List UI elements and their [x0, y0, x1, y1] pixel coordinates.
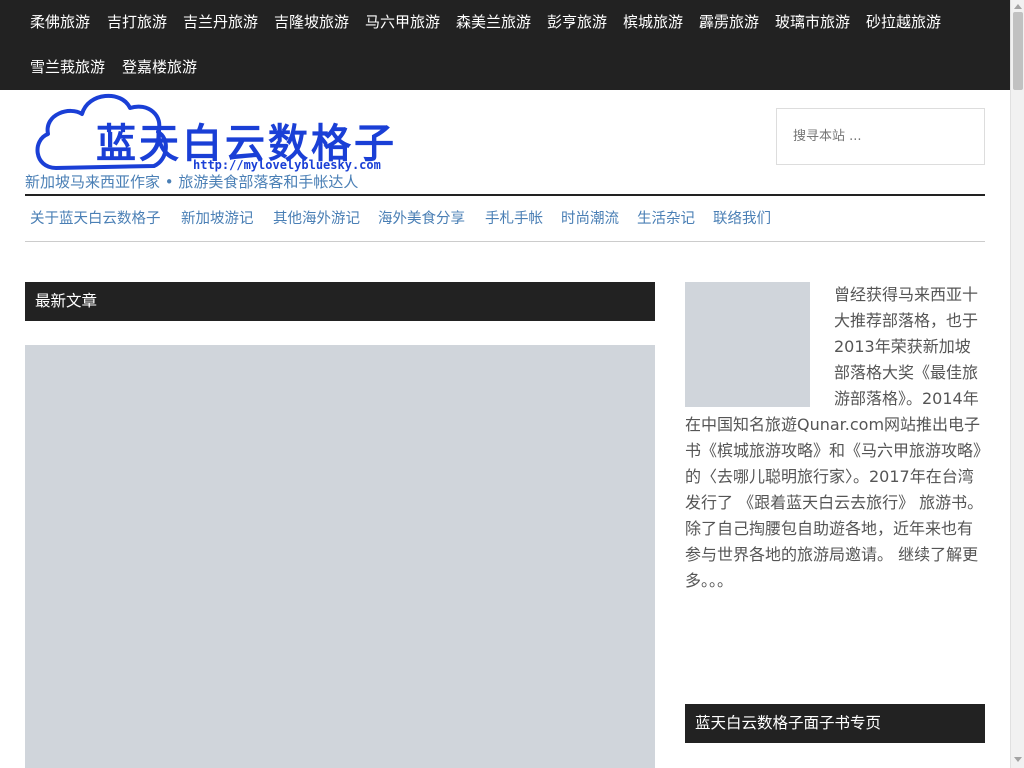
nav-link-overseas-food[interactable]: 海外美食分享 — [378, 209, 465, 229]
region-link-sarawak[interactable]: 砂拉越旅游 — [866, 12, 941, 32]
region-link-perak[interactable]: 霹雳旅游 — [699, 12, 759, 32]
region-link-kuala-lumpur[interactable]: 吉隆坡旅游 — [274, 12, 349, 32]
site-logo[interactable]: 蓝天白云数格子 http://mylovelybluesky.com — [30, 88, 400, 176]
page-scrollbar[interactable] — [1010, 0, 1024, 768]
region-link-terengganu[interactable]: 登嘉楼旅游 — [122, 57, 197, 77]
nav-link-life[interactable]: 生活杂记 — [637, 209, 695, 229]
logo-url: http://mylovelybluesky.com — [193, 158, 381, 172]
nav-link-journal[interactable]: 手札手帐 — [485, 209, 543, 229]
top-region-nav: 柔佛旅游 吉打旅游 吉兰丹旅游 吉隆坡旅游 马六甲旅游 森美兰旅游 彭亨旅游 槟… — [0, 0, 1010, 90]
scroll-up-arrow-icon[interactable] — [1014, 4, 1022, 9]
scroll-down-arrow-icon[interactable] — [1014, 757, 1022, 762]
region-link-kelantan[interactable]: 吉兰丹旅游 — [183, 12, 258, 32]
region-link-penang[interactable]: 槟城旅游 — [623, 12, 683, 32]
nav-link-singapore[interactable]: 新加坡游记 — [181, 209, 254, 229]
region-link-malacca[interactable]: 马六甲旅游 — [365, 12, 440, 32]
region-link-kedah[interactable]: 吉打旅游 — [107, 12, 167, 32]
latest-posts-header: 最新文章 — [25, 282, 655, 321]
region-link-pahang[interactable]: 彭亨旅游 — [547, 12, 607, 32]
facebook-page-header: 蓝天白云数格子面子书专页 — [685, 704, 985, 743]
site-tagline: 新加坡马来西亚作家 • 旅游美食部落客和手帐达人 — [25, 173, 359, 191]
nav-link-overseas-travel[interactable]: 其他海外游记 — [273, 209, 360, 229]
sidebar-about: 曾经获得马来西亚十大推荐部落格，也于2013年荣获新加坡部落格大奖《最佳旅游部落… — [685, 282, 985, 594]
scroll-thumb[interactable] — [1013, 12, 1023, 90]
region-link-johor[interactable]: 柔佛旅游 — [30, 12, 90, 32]
nav-link-fashion[interactable]: 时尚潮流 — [561, 209, 619, 229]
main-category-nav: 关于蓝天白云数格子 新加坡游记 其他海外游记 海外美食分享 手札手帐 时尚潮流 … — [25, 194, 985, 242]
nav-link-contact[interactable]: 联络我们 — [713, 209, 771, 229]
region-link-perlis[interactable]: 玻璃市旅游 — [775, 12, 850, 32]
author-avatar — [685, 282, 810, 407]
search-input[interactable] — [776, 108, 985, 165]
region-link-negeri-sembilan[interactable]: 森美兰旅游 — [456, 12, 531, 32]
nav-link-about[interactable]: 关于蓝天白云数格子 — [30, 209, 161, 229]
region-link-selangor[interactable]: 雪兰莪旅游 — [30, 57, 105, 77]
featured-post-image[interactable] — [25, 345, 655, 768]
